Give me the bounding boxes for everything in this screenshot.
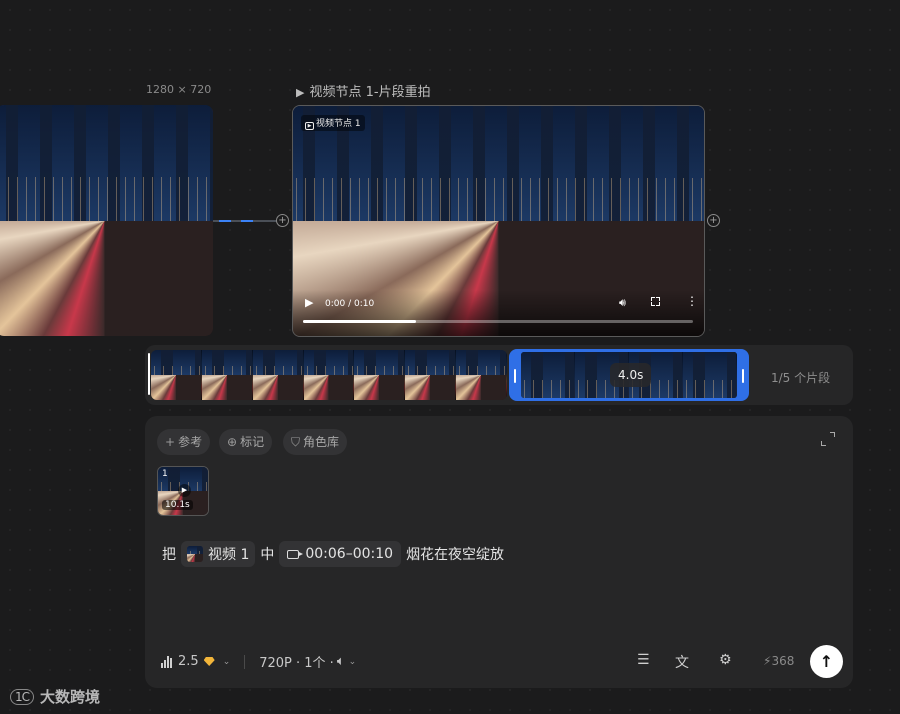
filmstrip-frame [405, 350, 457, 400]
light-trails [0, 220, 213, 336]
node-connector [213, 220, 279, 222]
model-version[interactable]: 2.5 [178, 654, 199, 669]
thumbnail-index: 1 [162, 469, 168, 479]
video-controls [293, 290, 704, 336]
progress-fill [303, 320, 417, 323]
sliders-icon[interactable]: ⚙ [719, 652, 732, 668]
thumbnail-duration: 10.1s [162, 500, 193, 510]
playhead-marker[interactable] [148, 353, 150, 395]
dimension-label: 1280 × 720 [146, 83, 212, 96]
segment-start-handle[interactable] [514, 369, 516, 383]
filmstrip-frame [252, 350, 304, 400]
brand-text: 大数跨境 [40, 688, 101, 706]
connect-plus-icon[interactable]: + [707, 214, 720, 227]
segment-end-handle[interactable] [742, 369, 744, 383]
video-thumb-icon [187, 546, 203, 562]
prompt-prefix: 把 [162, 547, 176, 563]
expand-icon[interactable] [821, 432, 835, 446]
output-settings[interactable]: 720P · 1个 · [259, 652, 334, 671]
filmstrip-frame [354, 350, 406, 400]
model-bars-icon [161, 655, 172, 668]
segment-count: 1/5 个片段 [771, 371, 831, 385]
time-range-tag[interactable]: 00:06–00:10 [279, 541, 402, 567]
connect-plus-icon[interactable]: + [276, 214, 289, 227]
brand-logo: 1C 大数跨境 [10, 686, 100, 707]
video-badge-icon: ▶ [305, 122, 314, 130]
prompt-panel: + 参考 ⊕ 标记 ⛉ 角色库 1 ▶ 10.1s 把 视频 1 中 00:06–00… [145, 416, 853, 688]
brand-mark: 1C [10, 688, 35, 705]
left-video-card[interactable] [0, 105, 213, 336]
prompt-middle: 中 [260, 547, 275, 563]
shield-icon: ⛉ [291, 435, 301, 449]
translate-icon[interactable]: 文 [675, 652, 689, 672]
chevron-down-icon[interactable]: ⌄ [349, 657, 357, 667]
prompt-suffix: 烟花在夜空绽放 [406, 547, 505, 563]
filmstrip-frames[interactable] [151, 350, 507, 400]
node-badge: ▶ 视频节点 1 [301, 115, 365, 131]
video-progress-bar[interactable] [303, 320, 693, 323]
plus-icon: + [165, 435, 176, 449]
add-reference-button[interactable]: + 参考 [157, 429, 211, 455]
segment-duration: 4.0s [610, 363, 652, 387]
video-time: 0:00 / 0:10 [325, 299, 375, 309]
gem-icon [203, 657, 215, 666]
play-icon: ▶ [178, 484, 191, 497]
connector-dash [241, 220, 253, 222]
divider [244, 654, 246, 669]
selected-segment[interactable]: 4.0s [509, 349, 749, 401]
fullscreen-icon[interactable] [651, 297, 660, 306]
play-icon[interactable]: ▶ [305, 296, 313, 309]
speaker-icon[interactable]: 🔈︎ [337, 654, 345, 669]
chevron-down-icon[interactable]: ⌄ [223, 657, 231, 667]
volume-icon[interactable]: 🔊︎ [619, 296, 626, 310]
prompt-text[interactable]: 把 视频 1 中 00:06–00:10 烟花在夜空绽放 [162, 541, 504, 567]
filmstrip: 4.0s 1/5 个片段 [145, 345, 853, 405]
node-title: ▶ 视频节点 1-片段重拍 [296, 85, 431, 100]
filmstrip-frame [303, 350, 355, 400]
reference-thumbnail[interactable]: 1 ▶ 10.1s [157, 466, 209, 516]
video-reference-tag[interactable]: 视频 1 [181, 541, 256, 567]
marker-icon: ⊕ [227, 435, 238, 449]
prompt-list-icon[interactable]: ☰ [637, 652, 650, 668]
credits: ⚡︎368 [763, 654, 795, 668]
play-triangle-icon: ▶ [296, 86, 305, 99]
filmstrip-frame [201, 350, 253, 400]
generation-settings: 2.5 ⌄ 720P · 1个 · 🔈︎ ⌄ [161, 652, 356, 671]
role-library-button[interactable]: ⛉ 角色库 [283, 429, 348, 455]
filmstrip-frame [456, 350, 507, 400]
city-skyline [0, 105, 213, 226]
more-options-icon[interactable]: ⋮ [686, 295, 698, 307]
camera-icon [287, 549, 304, 559]
send-button[interactable]: ↑ [810, 645, 843, 678]
mark-button[interactable]: ⊕ 标记 [219, 429, 273, 455]
main-video-card[interactable]: ▶ 视频节点 1 ▶ 0:00 / 0:10 🔊︎ ⋮ [292, 105, 705, 337]
connector-dash [219, 220, 231, 222]
filmstrip-frame [151, 350, 202, 400]
